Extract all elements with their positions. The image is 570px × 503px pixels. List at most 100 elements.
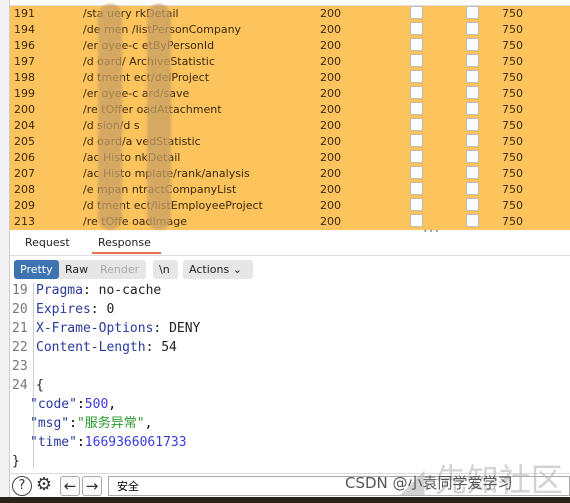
table-row[interactable]: 198 /d tment ect/delProject 200 750 — [10, 70, 570, 86]
row-checkbox[interactable] — [466, 118, 479, 131]
table-row[interactable]: 208 /e mpan ntractCompanyList 200 750 — [10, 182, 570, 198]
row-length: 750 — [502, 151, 523, 164]
row-length: 750 — [502, 71, 523, 84]
row-length: 750 — [502, 23, 523, 36]
table-row[interactable]: 191 /sta uery rkDetail 200 750 — [10, 6, 570, 22]
line-number: 20 — [12, 302, 28, 317]
line-number: 23 — [12, 359, 28, 374]
line-number: 21 — [12, 321, 28, 336]
json-key: "time" — [30, 435, 77, 450]
table-row[interactable]: 196 /er oyee-c etByPersonId 200 750 — [10, 38, 570, 54]
tab-response[interactable]: Response — [92, 236, 161, 254]
row-checkbox[interactable] — [410, 134, 423, 147]
header-value: 54 — [161, 340, 177, 355]
row-status: 200 — [320, 167, 341, 180]
row-status: 200 — [320, 183, 341, 196]
chevron-down-icon: ⌄ — [232, 263, 242, 276]
row-checkbox[interactable] — [466, 134, 479, 147]
row-checkbox[interactable] — [466, 182, 479, 195]
row-checkbox[interactable] — [410, 22, 423, 35]
row-id: 199 — [14, 87, 35, 100]
message-tabs: Request Response — [10, 232, 570, 256]
row-checkbox[interactable] — [466, 54, 479, 67]
row-status: 200 — [320, 87, 341, 100]
row-length: 750 — [502, 87, 523, 100]
newline-toggle[interactable]: \n — [153, 260, 178, 279]
raw-button[interactable]: Raw — [59, 260, 94, 279]
table-row[interactable]: 207 /ac Histo mplate/rank/analysis 200 7… — [10, 166, 570, 182]
table-row[interactable]: 206 /ac Histo nkDetail 200 750 — [10, 150, 570, 166]
row-checkbox[interactable] — [410, 86, 423, 99]
row-status: 200 — [320, 199, 341, 212]
row-status: 200 — [320, 23, 341, 36]
row-checkbox[interactable] — [466, 6, 479, 19]
row-length: 750 — [502, 215, 523, 228]
row-checkbox[interactable] — [410, 54, 423, 67]
row-length: 750 — [502, 7, 523, 20]
row-checkbox[interactable] — [466, 150, 479, 163]
render-button[interactable]: Render — [94, 260, 146, 279]
row-length: 750 — [502, 119, 523, 132]
forward-arrow-icon[interactable]: → — [82, 476, 102, 496]
back-arrow-icon[interactable]: ← — [60, 476, 80, 496]
row-status: 200 — [320, 39, 341, 52]
json-close-brace: } — [12, 454, 20, 469]
row-checkbox[interactable] — [466, 166, 479, 179]
row-id: 207 — [14, 167, 35, 180]
table-row[interactable]: 209 /d tment ect/listEmployeeProject 200… — [10, 198, 570, 214]
row-id: 191 — [14, 7, 35, 20]
row-checkbox[interactable] — [410, 118, 423, 131]
table-row[interactable]: 200 /re tOffer oadAttachment 200 750 — [10, 102, 570, 118]
table-row[interactable]: 204 /d sion/d s 200 750 — [10, 118, 570, 134]
row-id: 213 — [14, 215, 35, 228]
row-id: 208 — [14, 183, 35, 196]
row-status: 200 — [320, 7, 341, 20]
row-checkbox[interactable] — [466, 102, 479, 115]
line-number: 24 — [12, 378, 28, 393]
actions-label: Actions — [189, 263, 230, 276]
actions-dropdown[interactable]: Actions ⌄ — [183, 260, 253, 279]
row-checkbox[interactable] — [410, 166, 423, 179]
row-checkbox[interactable] — [410, 6, 423, 19]
table-row[interactable]: 197 /d oard/ ArchiveStatistic 200 750 — [10, 54, 570, 70]
row-checkbox[interactable] — [410, 150, 423, 163]
row-id: 206 — [14, 151, 35, 164]
row-checkbox[interactable] — [466, 214, 479, 227]
row-length: 750 — [502, 135, 523, 148]
json-value: 500 — [84, 397, 109, 412]
row-checkbox[interactable] — [410, 102, 423, 115]
row-status: 200 — [320, 103, 341, 116]
json-value: "服务异常" — [76, 416, 145, 431]
row-status: 200 — [320, 151, 341, 164]
header-value: no-cache — [98, 283, 162, 298]
redaction-blur — [147, 4, 171, 230]
json-key: "code" — [30, 397, 77, 412]
row-id: 194 — [14, 23, 35, 36]
table-row[interactable]: 205 /d oard/a vedStatistic 200 750 — [10, 134, 570, 150]
row-checkbox[interactable] — [410, 182, 423, 195]
table-row[interactable]: 213 /re tOffe oadImage 200 750 — [10, 214, 570, 230]
line-number: 22 — [12, 340, 28, 355]
row-length: 750 — [502, 55, 523, 68]
row-checkbox[interactable] — [410, 214, 423, 227]
row-checkbox[interactable] — [410, 198, 423, 211]
gear-icon[interactable]: ⚙ — [34, 476, 54, 496]
table-row[interactable]: 199 /er oyee-c ard/save 200 750 — [10, 86, 570, 102]
row-checkbox[interactable] — [410, 38, 423, 51]
row-checkbox[interactable] — [466, 22, 479, 35]
help-icon[interactable]: ? — [12, 476, 32, 496]
tab-request[interactable]: Request — [25, 236, 70, 249]
row-length: 750 — [502, 103, 523, 116]
left-panel-edge — [0, 0, 10, 503]
table-row[interactable]: 194 /de men /listPersonCompany 200 750 — [10, 22, 570, 38]
row-checkbox[interactable] — [410, 70, 423, 83]
row-checkbox[interactable] — [466, 38, 479, 51]
row-checkbox[interactable] — [466, 86, 479, 99]
row-id: 205 — [14, 135, 35, 148]
row-id: 198 — [14, 71, 35, 84]
header-name: Content-Length — [36, 340, 146, 355]
row-checkbox[interactable] — [466, 198, 479, 211]
pretty-button[interactable]: Pretty — [14, 260, 59, 279]
row-checkbox[interactable] — [466, 70, 479, 83]
row-id: 204 — [14, 119, 35, 132]
